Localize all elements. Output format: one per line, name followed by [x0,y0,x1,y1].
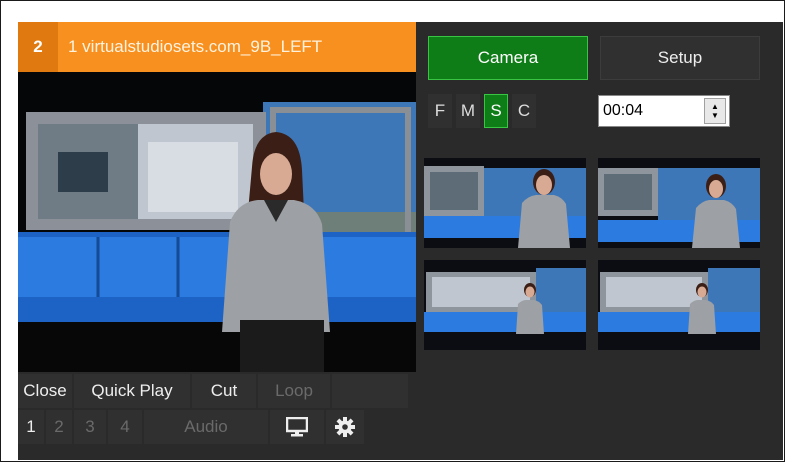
layer-1-button[interactable]: 1 [18,410,44,444]
preset-2-image [598,158,760,248]
mode-m-button[interactable]: M [456,94,480,128]
camera-preset-thumbnail-2[interactable] [598,158,760,248]
setup-button[interactable]: Setup [600,36,760,80]
layer-3-button[interactable]: 3 [74,410,106,444]
layer-4-button[interactable]: 4 [108,410,142,444]
control-row-2: 1 2 3 4 Audio [18,410,416,444]
input-title: 1 virtualstudiosets.com_9B_LEFT [68,37,323,56]
mode-c-button[interactable]: C [512,94,536,128]
preset-3-image [424,260,586,350]
input-panel: 2 1 virtualstudiosets.com_9B_LEFT Close … [18,22,783,460]
duration-spinner[interactable]: ▲ ▼ [704,98,726,124]
cut-button[interactable]: Cut [192,374,256,408]
input-header[interactable]: 2 1 virtualstudiosets.com_9B_LEFT [18,22,416,72]
preset-1-image [424,158,586,248]
mode-s-button[interactable]: S [484,94,508,128]
quick-play-button[interactable]: Quick Play [74,374,190,408]
layer-2-button[interactable]: 2 [46,410,72,444]
camera-preset-thumbnail-1[interactable] [424,158,586,248]
monitor-icon [286,417,308,437]
mode-f-button[interactable]: F [428,94,452,128]
control-row-1: Close Quick Play Cut Loop [18,374,416,408]
loop-button[interactable]: Loop [258,374,330,408]
gear-icon [335,417,355,437]
input-preview[interactable] [18,72,416,372]
virtual-studio-preview-image [18,72,416,372]
input-number: 2 [18,22,58,72]
spin-down-icon[interactable]: ▼ [711,111,719,120]
camera-preset-thumbnail-3[interactable] [424,260,586,350]
camera-preset-thumbnail-4[interactable] [598,260,760,350]
preset-4-image [598,260,760,350]
spin-up-icon[interactable]: ▲ [711,102,719,111]
monitor-button[interactable] [270,410,324,444]
empty-slot [332,374,408,408]
audio-button[interactable]: Audio [144,410,268,444]
close-button[interactable]: Close [18,374,72,408]
camera-button[interactable]: Camera [428,36,588,80]
settings-button[interactable] [326,410,364,444]
